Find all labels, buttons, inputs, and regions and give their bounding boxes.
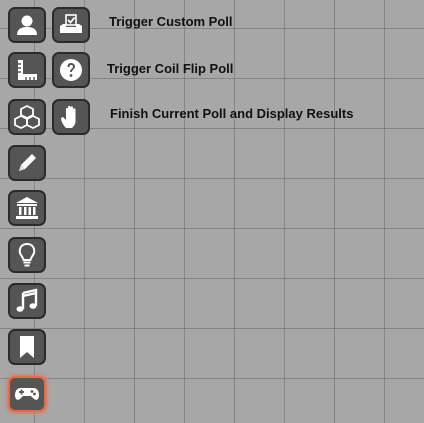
measure-tool-button[interactable] bbox=[8, 52, 46, 88]
music-tool-button[interactable] bbox=[8, 283, 46, 319]
pencil-icon bbox=[19, 154, 36, 171]
blocks-tool-button[interactable] bbox=[8, 99, 46, 135]
bookmark-icon bbox=[20, 336, 34, 358]
bank-tool-button[interactable] bbox=[8, 190, 46, 226]
draw-tool-button[interactable] bbox=[8, 145, 46, 181]
music-icon bbox=[16, 288, 38, 312]
trigger-custom-poll-button[interactable] bbox=[52, 7, 90, 43]
finish-current-poll-label[interactable]: Finish Current Poll and Display Results bbox=[110, 106, 353, 121]
ballot-icon bbox=[60, 14, 82, 33]
games-tool-button[interactable] bbox=[8, 376, 46, 412]
person-icon bbox=[17, 15, 37, 35]
idea-tool-button[interactable] bbox=[8, 237, 46, 273]
trigger-coil-flip-poll-label[interactable]: Trigger Coil Flip Poll bbox=[107, 61, 233, 76]
blocks-icon bbox=[14, 104, 40, 130]
trigger-custom-poll-label[interactable]: Trigger Custom Poll bbox=[109, 14, 233, 29]
question-icon bbox=[60, 59, 82, 81]
hand-icon bbox=[61, 105, 76, 128]
ruler-icon bbox=[18, 60, 37, 80]
lightbulb-icon bbox=[18, 242, 36, 267]
token-tool-button[interactable] bbox=[8, 7, 46, 43]
bank-icon bbox=[16, 197, 38, 219]
toolbar bbox=[8, 0, 48, 423]
bookmark-tool-button[interactable] bbox=[8, 329, 46, 365]
gamepad-icon bbox=[15, 388, 39, 400]
trigger-coin-flip-poll-button[interactable] bbox=[52, 52, 90, 88]
finish-poll-button[interactable] bbox=[52, 99, 90, 135]
